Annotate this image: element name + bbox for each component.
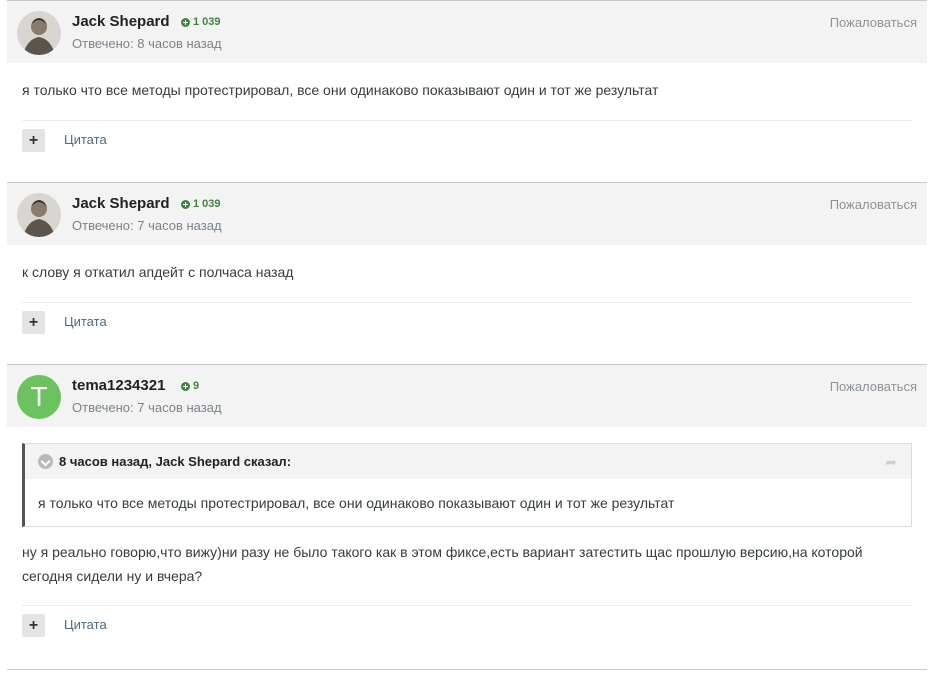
reputation-count: 9 (193, 380, 200, 392)
post-date: Отвечено: 7 часов назад (72, 400, 222, 415)
reputation-badge: 1 039 (181, 16, 221, 28)
quote-button[interactable]: Цитата (64, 314, 107, 329)
multiquote-button[interactable]: + (22, 129, 45, 152)
reputation-count: 1 039 (193, 198, 221, 210)
post-actions: + Цитата (22, 606, 912, 654)
post-text: я только что все методы протестрировал, … (22, 82, 659, 98)
quote-button[interactable]: Цитата (64, 132, 107, 147)
post-body: 8 часов назад, Jack Shepard сказал: ➦ я … (7, 443, 927, 654)
multiquote-button[interactable]: + (22, 614, 45, 637)
report-link[interactable]: Пожаловаться (830, 15, 917, 30)
multiquote-button[interactable]: + (22, 311, 45, 334)
reputation-plus-icon (181, 199, 190, 209)
post: T tema1234321 9 Отвечено: 7 часов назад … (7, 364, 927, 670)
author-name[interactable]: Jack Shepard (72, 195, 170, 212)
post-actions: + Цитата (22, 303, 912, 351)
avatar[interactable] (17, 11, 61, 55)
quote-header: 8 часов назад, Jack Shepard сказал: ➦ (25, 444, 911, 479)
reputation-plus-icon (181, 381, 190, 391)
reputation-badge: 9 (181, 380, 199, 392)
reputation-badge: 1 039 (181, 198, 221, 210)
quote-citation: 8 часов назад, Jack Shepard сказал: (59, 454, 292, 469)
avatar[interactable] (17, 193, 61, 237)
author-name[interactable]: Jack Shepard (72, 13, 170, 30)
reputation-count: 1 039 (193, 16, 221, 28)
share-arrow-icon[interactable]: ➦ (885, 454, 897, 471)
chevron-down-icon[interactable] (38, 454, 53, 469)
post-text: ну я реально говорю,что вижу)ни разу не … (22, 527, 912, 605)
post-header: Jack Shepard 1 039 Отвечено: 8 часов наз… (7, 1, 927, 63)
report-link[interactable]: Пожаловаться (830, 197, 917, 212)
avatar[interactable]: T (17, 375, 61, 419)
post: Jack Shepard 1 039 Отвечено: 8 часов наз… (7, 0, 927, 182)
report-link[interactable]: Пожаловаться (830, 379, 917, 394)
reputation-plus-icon (181, 17, 190, 27)
post-header: T tema1234321 9 Отвечено: 7 часов назад … (7, 365, 927, 427)
quote-button[interactable]: Цитата (64, 617, 107, 632)
post-header: Jack Shepard 1 039 Отвечено: 7 часов наз… (7, 183, 927, 245)
post-text: к слову я откатил апдейт с полчаса назад (22, 264, 294, 280)
post: Jack Shepard 1 039 Отвечено: 7 часов наз… (7, 182, 927, 364)
post-date: Отвечено: 8 часов назад (72, 36, 222, 51)
post-actions: + Цитата (22, 121, 912, 169)
post-body: к слову я откатил апдейт с полчаса назад… (7, 245, 927, 351)
post-date: Отвечено: 7 часов назад (72, 218, 222, 233)
quote-text: я только что все методы протестрировал, … (38, 495, 675, 511)
post-body: я только что все методы протестрировал, … (7, 63, 927, 169)
quote-block: 8 часов назад, Jack Shepard сказал: ➦ я … (22, 443, 912, 527)
author-name[interactable]: tema1234321 (72, 377, 165, 394)
post-text-line: ну я реально говорю,что вижу)ни разу не … (22, 544, 863, 560)
post-text-line: сегодня сидели ну и вчера? (22, 568, 203, 584)
